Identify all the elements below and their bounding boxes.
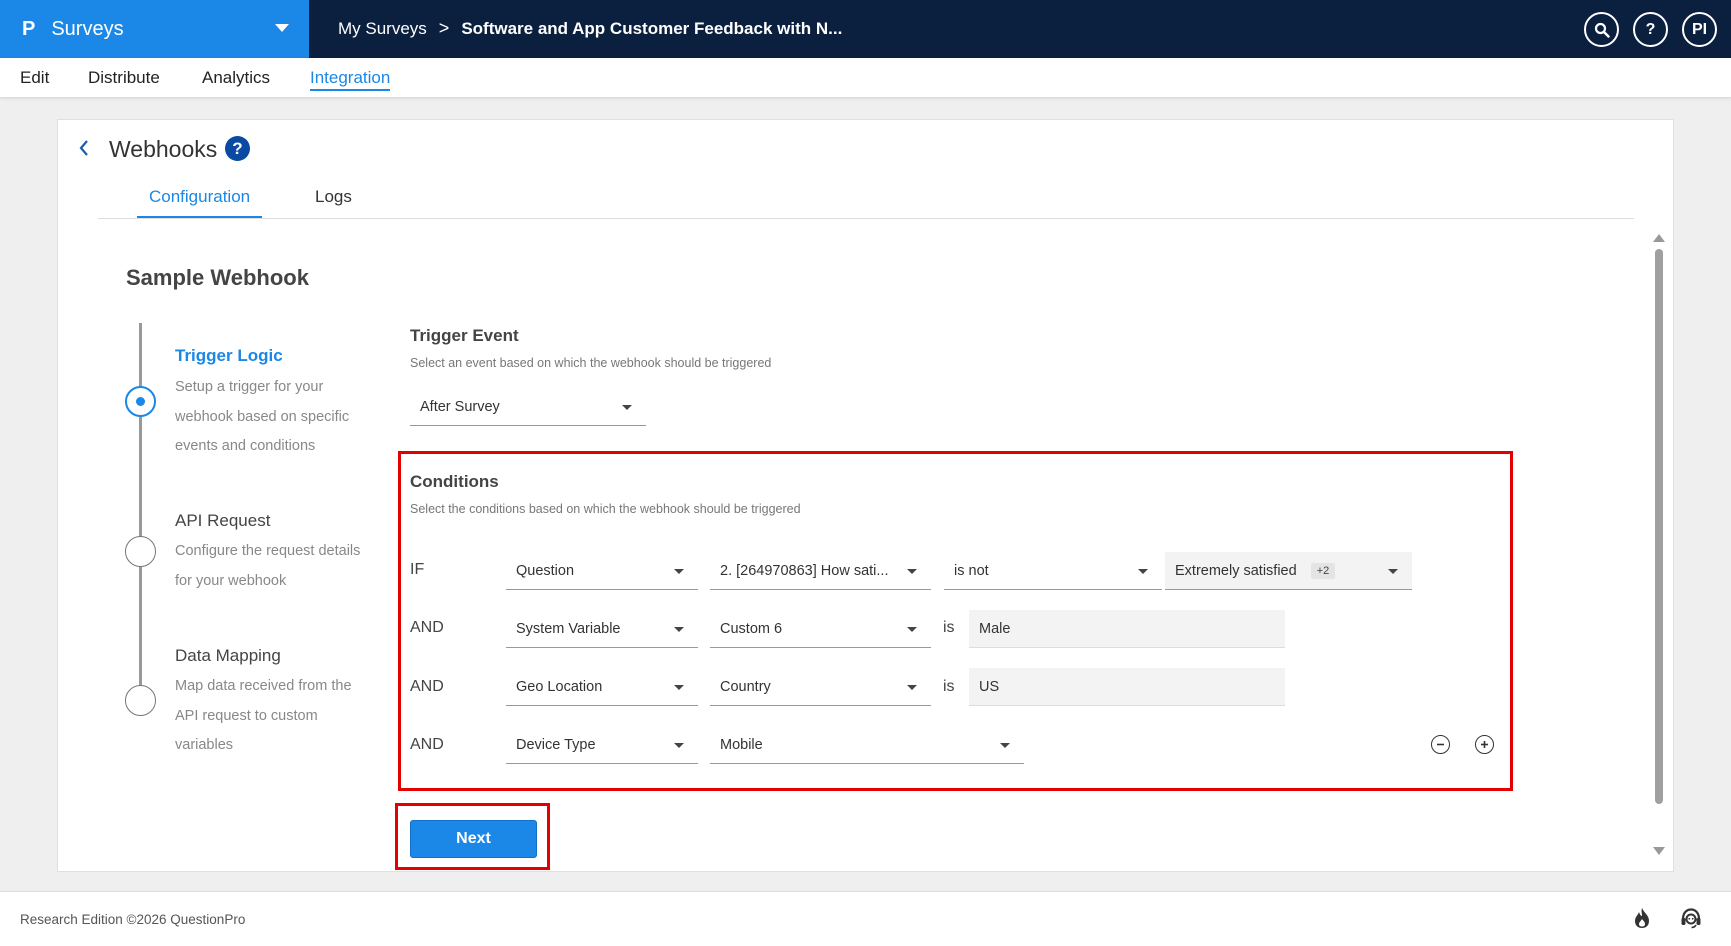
support-agent-icon[interactable] xyxy=(1679,906,1703,930)
breadcrumb: My Surveys > Software and App Customer F… xyxy=(338,18,842,39)
step-desc-trigger-logic: Setup a trigger for your webhook based o… xyxy=(175,379,350,454)
condition-field-select[interactable]: Country xyxy=(710,668,931,706)
avatar[interactable]: PI xyxy=(1682,12,1717,47)
add-condition-button[interactable] xyxy=(1475,735,1494,754)
nav-analytics[interactable]: Analytics xyxy=(202,68,270,88)
condition-field-select[interactable]: Mobile xyxy=(710,726,1024,764)
flame-icon[interactable] xyxy=(1631,906,1655,930)
caret-down-icon xyxy=(1388,569,1398,574)
condition-value-input[interactable]: US xyxy=(969,668,1285,706)
help-button[interactable]: ? xyxy=(1633,12,1668,47)
condition-keyword: AND xyxy=(410,736,444,753)
condition-keyword: AND xyxy=(410,678,444,695)
caret-down-icon xyxy=(907,627,917,632)
caret-down-icon xyxy=(1000,743,1010,748)
condition-source-select[interactable]: Device Type xyxy=(506,726,698,764)
step-indicator-data-mapping[interactable] xyxy=(125,685,156,716)
product-name: Surveys xyxy=(51,17,124,40)
condition-source-select[interactable]: System Variable xyxy=(506,610,698,648)
caret-down-icon xyxy=(275,24,289,32)
webhook-card: Webhooks ? Configuration Logs Sample Web… xyxy=(57,119,1674,872)
condition-field-value: 2. [264970863] How sati... xyxy=(720,562,889,579)
condition-operator-label: is xyxy=(943,619,955,636)
step-title-data-mapping[interactable]: Data Mapping xyxy=(175,646,281,666)
condition-source-value: Geo Location xyxy=(516,678,603,695)
nav-distribute[interactable]: Distribute xyxy=(88,68,160,88)
scroll-up-arrow-icon[interactable] xyxy=(1653,234,1665,242)
condition-operator-label: is xyxy=(943,678,955,695)
nav-edit[interactable]: Edit xyxy=(20,68,49,88)
condition-source-value: System Variable xyxy=(516,620,621,637)
tab-bar: Configuration Logs xyxy=(98,175,1634,219)
brand-logo: P xyxy=(22,17,36,40)
more-values-badge: +2 xyxy=(1310,562,1336,579)
condition-source-select[interactable]: Question xyxy=(506,552,698,590)
conditions-hint: Select the conditions based on which the… xyxy=(410,502,801,516)
footer: Research Edition ©2026 QuestionPro xyxy=(0,891,1731,946)
trigger-event-hint: Select an event based on which the webho… xyxy=(410,356,772,370)
plus-circle-icon xyxy=(1481,741,1488,748)
caret-down-icon xyxy=(674,685,684,690)
scroll-down-arrow-icon[interactable] xyxy=(1653,847,1665,855)
condition-operator-select[interactable]: is not xyxy=(944,552,1162,590)
step-desc-api-request: Configure the request details for your w… xyxy=(175,543,361,589)
trigger-event-value: After Survey xyxy=(420,398,500,415)
search-icon xyxy=(1594,22,1610,38)
chevron-left-icon xyxy=(79,140,88,156)
scrollbar[interactable] xyxy=(1653,228,1665,855)
help-icon[interactable]: ? xyxy=(225,136,250,161)
footer-copyright: Research Edition ©2026 QuestionPro xyxy=(20,912,246,927)
caret-down-icon xyxy=(674,627,684,632)
caret-down-icon xyxy=(907,685,917,690)
condition-field-select[interactable]: Custom 6 xyxy=(710,610,931,648)
condition-source-value: Device Type xyxy=(516,736,596,753)
webhook-name: Sample Webhook xyxy=(126,265,309,290)
step-indicator-api-request[interactable] xyxy=(125,536,156,567)
condition-value-multiselect[interactable]: Extremely satisfied +2 xyxy=(1165,552,1412,590)
minus-circle-icon xyxy=(1437,743,1444,746)
condition-keyword: AND xyxy=(410,619,444,636)
tab-logs[interactable]: Logs xyxy=(315,187,352,207)
condition-operator-value: is not xyxy=(954,562,989,579)
conditions-heading: Conditions xyxy=(410,472,499,491)
nav-integration[interactable]: Integration xyxy=(310,68,391,91)
step-indicator-trigger-logic[interactable] xyxy=(125,386,156,417)
condition-field-value: Mobile xyxy=(720,736,763,753)
condition-value-text: US xyxy=(979,678,1000,695)
step-title-api-request[interactable]: API Request xyxy=(175,511,270,531)
caret-down-icon xyxy=(622,405,632,410)
stepper-line xyxy=(139,323,142,703)
remove-condition-button[interactable] xyxy=(1431,735,1450,754)
caret-down-icon xyxy=(907,569,917,574)
step-desc-data-mapping: Map data received from the API request t… xyxy=(175,678,352,753)
tab-configuration[interactable]: Configuration xyxy=(137,187,263,218)
caret-down-icon xyxy=(674,743,684,748)
search-button[interactable] xyxy=(1584,12,1619,47)
breadcrumb-separator: > xyxy=(438,18,450,38)
caret-down-icon xyxy=(674,569,684,574)
breadcrumb-current-survey: Software and App Customer Feedback with … xyxy=(461,18,843,38)
condition-field-value: Country xyxy=(720,678,771,695)
next-button[interactable]: Next xyxy=(410,820,537,858)
condition-field-select[interactable]: 2. [264970863] How sati... xyxy=(710,552,931,590)
top-bar: P Surveys My Surveys > Software and App … xyxy=(0,0,1731,58)
condition-value-text: Male xyxy=(979,620,1011,637)
breadcrumb-my-surveys[interactable]: My Surveys xyxy=(338,19,427,39)
trigger-event-select[interactable]: After Survey xyxy=(410,388,646,426)
condition-value-chip: Extremely satisfied xyxy=(1175,562,1297,579)
step-title-trigger-logic[interactable]: Trigger Logic xyxy=(175,346,283,366)
page-title: Webhooks xyxy=(109,136,218,162)
condition-field-value: Custom 6 xyxy=(720,620,783,637)
product-switcher[interactable]: P Surveys xyxy=(0,0,309,58)
condition-keyword: IF xyxy=(410,561,425,578)
back-button[interactable] xyxy=(78,138,90,164)
sub-navigation: Edit Distribute Analytics Integration xyxy=(0,58,1731,98)
condition-source-value: Question xyxy=(516,562,575,579)
condition-source-select[interactable]: Geo Location xyxy=(506,668,698,706)
scrollbar-thumb[interactable] xyxy=(1655,249,1663,804)
caret-down-icon xyxy=(1138,569,1148,574)
trigger-event-heading: Trigger Event xyxy=(410,326,519,345)
condition-value-input[interactable]: Male xyxy=(969,610,1285,648)
